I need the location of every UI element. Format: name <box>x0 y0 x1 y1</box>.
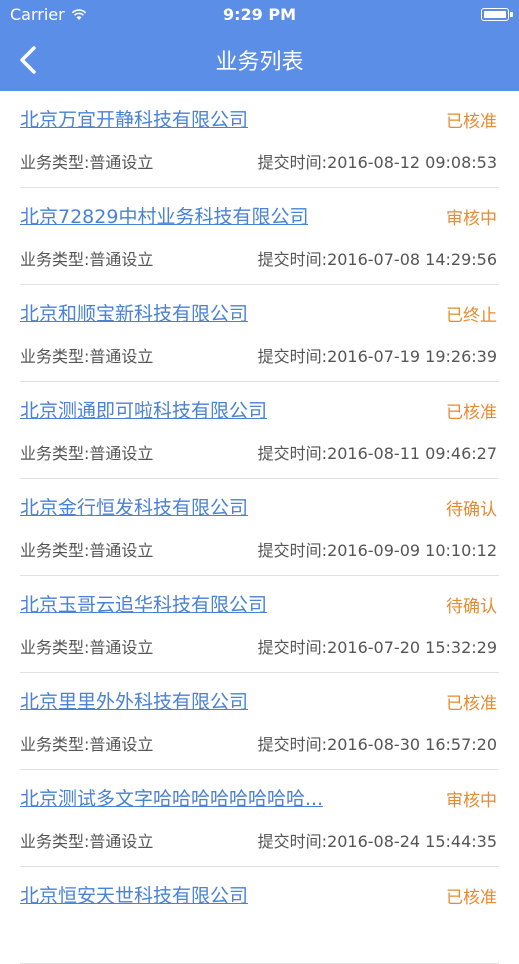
submit-time-label: 提交时间:2016-08-12 09:08:53 <box>257 153 497 172</box>
company-name-link[interactable]: 北京万宜开静科技有限公司 <box>20 105 248 132</box>
header: Carrier 9:29 PM 业务列表 <box>0 0 519 91</box>
status-label: 已核准 <box>446 694 497 714</box>
status-bar: Carrier 9:29 PM <box>0 0 519 30</box>
submit-time-label: 提交时间:2016-08-30 16:57:20 <box>257 735 497 754</box>
battery-icon <box>481 8 513 21</box>
business-type-label: 业务类型:普通设立 <box>20 735 154 754</box>
status-label: 审核中 <box>446 791 497 811</box>
list-item[interactable]: 北京72829中村业务科技有限公司 审核中 业务类型:普通设立 提交时间:201… <box>0 188 519 285</box>
status-label: 待确认 <box>446 500 497 520</box>
company-name-link[interactable]: 北京玉哥云追华科技有限公司 <box>20 590 267 617</box>
list-item[interactable]: 北京恒安天世科技有限公司 已核准 <box>0 867 519 964</box>
status-label: 已终止 <box>446 306 497 326</box>
business-type-label: 业务类型:普通设立 <box>20 541 154 560</box>
company-name-link[interactable]: 北京里里外外科技有限公司 <box>20 687 248 714</box>
business-list: 北京万宜开静科技有限公司 已核准 业务类型:普通设立 提交时间:2016-08-… <box>0 91 519 964</box>
business-type-label: 业务类型:普通设立 <box>20 250 154 269</box>
list-item[interactable]: 北京测试多文字哈哈哈哈哈哈哈哈... 审核中 业务类型:普通设立 提交时间:20… <box>0 770 519 867</box>
business-type-label: 业务类型:普通设立 <box>20 832 154 851</box>
company-name-link[interactable]: 北京测通即可啦科技有限公司 <box>20 396 267 423</box>
status-label: 待确认 <box>446 597 497 617</box>
list-item[interactable]: 北京测通即可啦科技有限公司 已核准 业务类型:普通设立 提交时间:2016-08… <box>0 382 519 479</box>
submit-time-label: 提交时间:2016-07-08 14:29:56 <box>257 250 497 269</box>
company-name-link[interactable]: 北京和顺宝新科技有限公司 <box>20 299 248 326</box>
submit-time-label: 提交时间:2016-07-20 15:32:29 <box>257 638 497 657</box>
list-item[interactable]: 北京金行恒发科技有限公司 待确认 业务类型:普通设立 提交时间:2016-09-… <box>0 479 519 576</box>
submit-time-label: 提交时间:2016-08-11 09:46:27 <box>257 444 497 463</box>
company-name-link[interactable]: 北京测试多文字哈哈哈哈哈哈哈哈... <box>20 784 323 811</box>
business-type-label: 业务类型:普通设立 <box>20 347 154 366</box>
page-title: 业务列表 <box>215 50 304 75</box>
status-label: 已核准 <box>446 112 497 132</box>
company-name-link[interactable]: 北京金行恒发科技有限公司 <box>20 493 248 520</box>
submit-time-label: 提交时间:2016-07-19 19:26:39 <box>257 347 497 366</box>
nav-bar: 业务列表 <box>0 30 519 91</box>
submit-time-label: 提交时间:2016-09-09 10:10:12 <box>257 541 497 560</box>
list-item[interactable]: 北京万宜开静科技有限公司 已核准 业务类型:普通设立 提交时间:2016-08-… <box>0 91 519 188</box>
company-name-link[interactable]: 北京72829中村业务科技有限公司 <box>20 202 308 229</box>
list-item[interactable]: 北京玉哥云追华科技有限公司 待确认 业务类型:普通设立 提交时间:2016-07… <box>0 576 519 673</box>
list-item[interactable]: 北京里里外外科技有限公司 已核准 业务类型:普通设立 提交时间:2016-08-… <box>0 673 519 770</box>
submit-time-label: 提交时间:2016-08-24 15:44:35 <box>257 832 497 851</box>
status-label: 已核准 <box>446 888 497 908</box>
status-label: 审核中 <box>446 209 497 229</box>
list-item[interactable]: 北京和顺宝新科技有限公司 已终止 业务类型:普通设立 提交时间:2016-07-… <box>0 285 519 382</box>
business-type-label: 业务类型:普通设立 <box>20 444 154 463</box>
status-label: 已核准 <box>446 403 497 423</box>
business-type-label: 业务类型:普通设立 <box>20 153 154 172</box>
company-name-link[interactable]: 北京恒安天世科技有限公司 <box>20 881 248 908</box>
status-time: 9:29 PM <box>222 5 296 24</box>
business-type-label: 业务类型:普通设立 <box>20 638 154 657</box>
